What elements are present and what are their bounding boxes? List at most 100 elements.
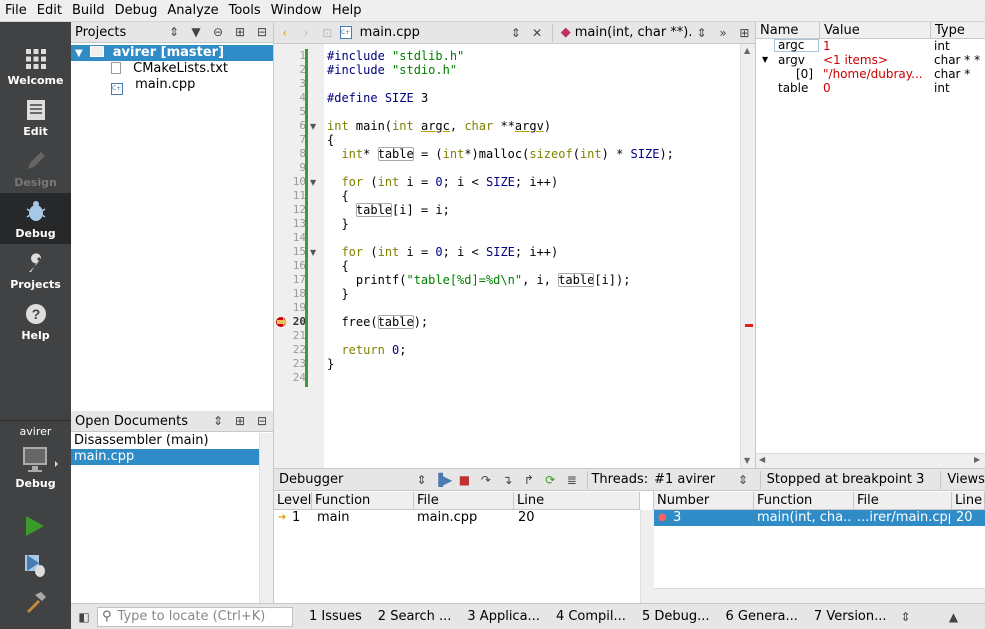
split-icon[interactable]: ⊞ bbox=[734, 23, 755, 43]
step-out-icon[interactable]: ↱ bbox=[518, 470, 539, 490]
locals-header-value[interactable]: Value bbox=[820, 22, 931, 39]
restart-icon[interactable]: ⟳ bbox=[540, 470, 561, 490]
output-tab-general[interactable]: 6 Genera... bbox=[718, 609, 806, 624]
locals-hscrollbar[interactable]: ◀ ▶ bbox=[756, 453, 985, 468]
chevron-updown-icon[interactable]: ⇕ bbox=[505, 23, 526, 43]
bp-header-line[interactable]: Line bbox=[952, 492, 985, 510]
code-editor[interactable]: #include "stdlib.h" #include "stdio.h" #… bbox=[324, 44, 740, 468]
scroll-down-icon[interactable]: ▼ bbox=[744, 456, 750, 465]
open-docs-scrollbar[interactable] bbox=[259, 433, 273, 603]
scroll-up-icon[interactable]: ▲ bbox=[744, 46, 750, 55]
project-root[interactable]: ▼ avirer [master] bbox=[71, 45, 273, 61]
run-button[interactable] bbox=[24, 515, 46, 540]
close-icon[interactable]: ✕ bbox=[526, 23, 547, 43]
tree-file-main[interactable]: C+ main.cpp bbox=[71, 77, 273, 95]
menu-build[interactable]: Build bbox=[67, 0, 110, 22]
mode-debug[interactable]: Debug bbox=[0, 193, 71, 244]
step-into-icon[interactable]: ↴ bbox=[497, 470, 518, 490]
local-name[interactable]: argc bbox=[774, 39, 819, 52]
continue-icon[interactable]: ▐▶ bbox=[432, 470, 453, 490]
menu-tools[interactable]: Tools bbox=[224, 0, 266, 22]
views-button[interactable]: Views bbox=[947, 472, 985, 487]
stack-line[interactable]: 20 bbox=[518, 510, 535, 526]
close-panel-icon[interactable]: ⊟ bbox=[251, 22, 273, 42]
chevron-updown-icon[interactable]: ⇕ bbox=[163, 22, 185, 42]
thread-selector[interactable]: #1 avirer bbox=[654, 472, 732, 487]
stack-level[interactable]: 1 bbox=[292, 510, 300, 526]
menu-help[interactable]: Help bbox=[327, 0, 367, 22]
symbol-selector[interactable]: main(int, char **)... bbox=[575, 25, 691, 40]
bp-header-function[interactable]: Function bbox=[754, 492, 854, 510]
split-icon[interactable]: ⊞ bbox=[229, 22, 251, 42]
chevron-updown-icon[interactable]: ⇕ bbox=[411, 470, 432, 490]
scroll-left-icon[interactable]: ◀ bbox=[759, 455, 765, 464]
debug-run-button[interactable] bbox=[24, 554, 48, 581]
line-number-gutter[interactable]: 1 2 3 4 5 6 7 8 9 10 11 12 13 14 15 16 1… bbox=[274, 44, 324, 468]
output-tab-version[interactable]: 7 Version... bbox=[806, 609, 895, 624]
chevron-updown-icon[interactable]: ⇕ bbox=[691, 23, 712, 43]
link-icon[interactable]: ⊖ bbox=[207, 22, 229, 42]
local-name[interactable]: argv bbox=[778, 53, 805, 67]
tree-file-cmakelists[interactable]: CMakeLists.txt bbox=[71, 61, 273, 77]
menu-debug[interactable]: Debug bbox=[110, 0, 163, 22]
mode-help[interactable]: ? Help bbox=[0, 295, 71, 346]
mode-design[interactable]: Design bbox=[0, 142, 71, 193]
stack-scrollbar[interactable] bbox=[640, 510, 654, 603]
mode-edit[interactable]: Edit bbox=[0, 91, 71, 142]
menu-file[interactable]: File bbox=[0, 0, 32, 22]
stack-header-level[interactable]: Level bbox=[274, 492, 312, 510]
menu-analyze[interactable]: Analyze bbox=[162, 0, 223, 22]
local-name[interactable]: [0] bbox=[796, 67, 813, 81]
chevron-down-icon[interactable]: ▼ bbox=[762, 53, 768, 67]
local-name[interactable]: table bbox=[778, 81, 808, 95]
step-over-icon[interactable]: ↷ bbox=[475, 470, 496, 490]
mode-projects[interactable]: Projects bbox=[0, 244, 71, 295]
output-tab-issues[interactable]: 1 Issues bbox=[301, 609, 370, 624]
chevron-updown-icon[interactable]: ⇕ bbox=[207, 411, 229, 431]
output-tab-application[interactable]: 3 Applica... bbox=[459, 609, 548, 624]
chevron-down-icon[interactable]: ▼ bbox=[75, 48, 83, 59]
bp-hscrollbar[interactable] bbox=[654, 588, 985, 603]
locals-header-type[interactable]: Type bbox=[931, 22, 985, 39]
fold-arrow-icon[interactable]: ▼ bbox=[310, 178, 316, 187]
editor-scrollbar[interactable]: ▲ ▼ bbox=[740, 44, 755, 468]
chevron-updown-icon[interactable]: ⇕ bbox=[732, 470, 753, 490]
stack-header-function[interactable]: Function bbox=[312, 492, 414, 510]
forward-arrow-icon[interactable]: › bbox=[295, 23, 316, 43]
lock-icon[interactable]: ⊡ bbox=[317, 23, 338, 43]
bp-header-file[interactable]: File bbox=[854, 492, 952, 510]
output-tab-compile[interactable]: 4 Compil... bbox=[548, 609, 634, 624]
output-tab-debugger[interactable]: 5 Debug... bbox=[634, 609, 718, 624]
operate-by-instruction-icon[interactable]: ≣ bbox=[561, 470, 582, 490]
fold-arrow-icon[interactable]: ▼ bbox=[310, 122, 316, 131]
scroll-right-icon[interactable]: ▶ bbox=[974, 455, 980, 464]
kit-selector[interactable] bbox=[22, 446, 60, 479]
more-icon[interactable]: » bbox=[712, 23, 733, 43]
menu-edit[interactable]: Edit bbox=[32, 0, 67, 22]
open-doc-item[interactable]: Disassembler (main) bbox=[71, 433, 259, 449]
close-panel-icon[interactable]: ⊟ bbox=[251, 411, 273, 431]
stack-header-line[interactable]: Line bbox=[514, 492, 640, 510]
editor-file-name[interactable]: main.cpp bbox=[360, 25, 505, 40]
fold-arrow-icon[interactable]: ▼ bbox=[310, 248, 316, 257]
open-doc-item-active[interactable]: main.cpp bbox=[71, 449, 259, 465]
build-button[interactable] bbox=[24, 590, 48, 617]
stack-file[interactable]: main.cpp bbox=[417, 510, 477, 526]
back-arrow-icon[interactable]: ‹ bbox=[274, 23, 295, 43]
menu-window[interactable]: Window bbox=[266, 0, 327, 22]
filter-icon[interactable]: ▼ bbox=[185, 22, 207, 42]
maximize-icon[interactable]: ▲ bbox=[943, 607, 965, 627]
locals-header-name[interactable]: Name bbox=[756, 22, 820, 39]
stop-icon[interactable]: ■ bbox=[454, 470, 475, 490]
breakpoint-arrow-icon[interactable] bbox=[275, 316, 289, 328]
output-tab-search[interactable]: 2 Search ... bbox=[370, 609, 460, 624]
mode-welcome[interactable]: Welcome bbox=[0, 40, 71, 91]
chevron-updown-icon[interactable]: ⇕ bbox=[895, 607, 917, 627]
bp-header-number[interactable]: Number bbox=[654, 492, 754, 510]
locate-input[interactable]: ⚲ Type to locate (Ctrl+K) bbox=[97, 606, 293, 627]
debugger-selector[interactable]: Debugger bbox=[274, 472, 411, 487]
toggle-sidebar-icon[interactable]: ◧ bbox=[71, 607, 97, 627]
split-icon[interactable]: ⊞ bbox=[229, 411, 251, 431]
stack-header-file[interactable]: File bbox=[414, 492, 514, 510]
stack-function[interactable]: main bbox=[317, 510, 349, 526]
